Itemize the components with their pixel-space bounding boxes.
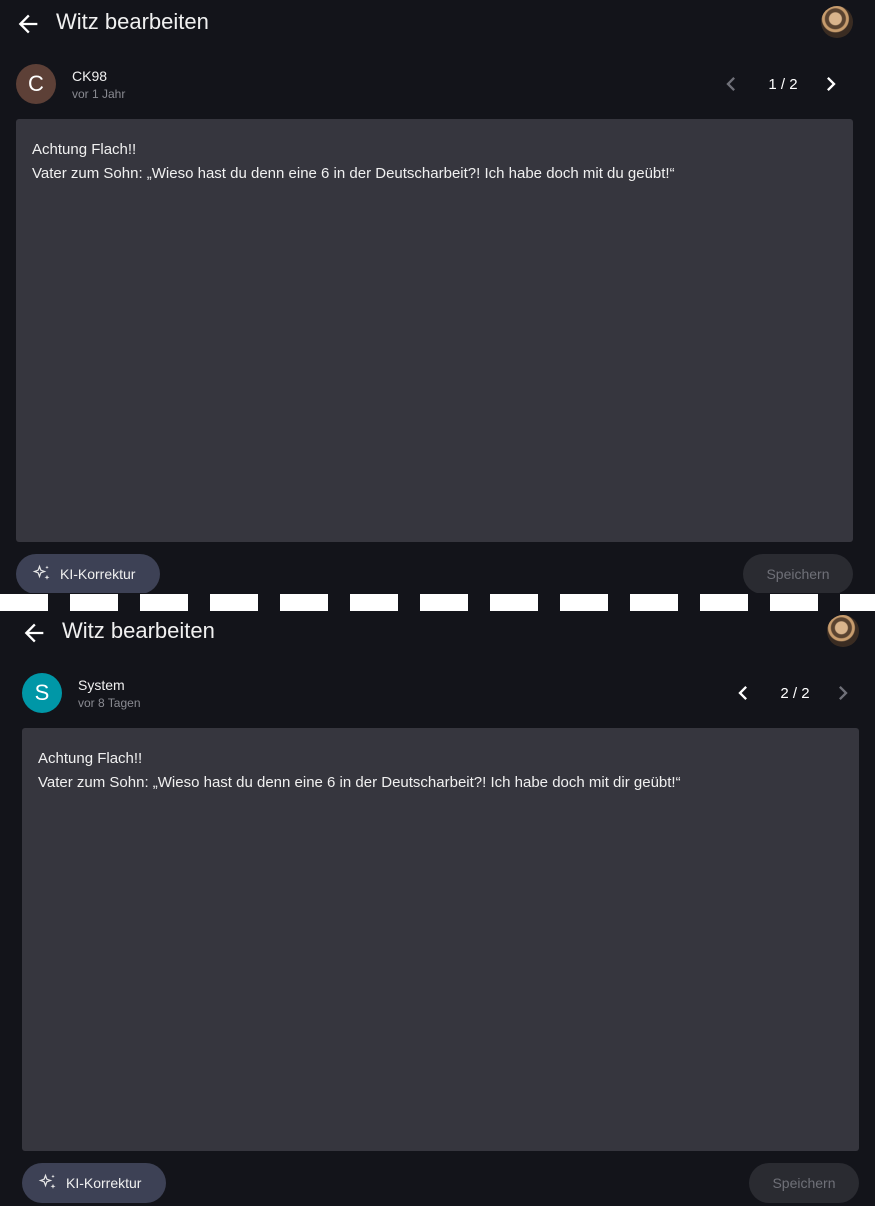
app-header: Witz bearbeiten	[0, 0, 869, 48]
next-version-button[interactable]	[829, 679, 857, 707]
user-profile-avatar[interactable]	[827, 615, 859, 647]
chevron-right-icon	[827, 77, 836, 91]
back-button[interactable]	[14, 10, 42, 38]
ki-correction-label: KI-Korrektur	[66, 1175, 142, 1191]
previous-version-button[interactable]	[729, 679, 757, 707]
joke-text-line: Achtung Flach!!	[32, 141, 137, 158]
arrow-left-icon	[18, 14, 38, 34]
joke-text-editor[interactable]: Achtung Flach!! Vater zum Sohn: „Wieso h…	[16, 119, 853, 542]
ki-correction-button[interactable]: KI-Korrektur	[16, 554, 160, 594]
joke-text-line: Achtung Flach!!	[38, 750, 143, 767]
page-title: Witz bearbeiten	[62, 618, 215, 643]
joke-text-line: Vater zum Sohn: „Wieso hast du denn eine…	[38, 774, 681, 791]
next-version-button[interactable]	[817, 70, 845, 98]
previous-version-button[interactable]	[717, 70, 745, 98]
version-counter: 2 / 2	[780, 685, 810, 702]
back-button[interactable]	[20, 619, 48, 647]
sparkles-icon	[32, 564, 50, 580]
joke-text-editor[interactable]: Achtung Flach!! Vater zum Sohn: „Wieso h…	[22, 728, 859, 1151]
user-profile-avatar[interactable]	[821, 6, 853, 38]
save-button[interactable]: Speichern	[743, 554, 853, 594]
sparkles-icon	[38, 1173, 56, 1189]
arrow-left-icon	[24, 623, 44, 643]
page-title: Witz bearbeiten	[56, 9, 209, 34]
author-name: System	[78, 677, 125, 693]
chevron-left-icon	[726, 77, 735, 91]
ki-correction-button[interactable]: KI-Korrektur	[22, 1163, 166, 1203]
ki-correction-label: KI-Korrektur	[60, 566, 136, 582]
version-counter: 1 / 2	[768, 76, 798, 93]
chevron-left-icon	[738, 686, 747, 700]
author-row: C CK98 vor 1 Jahr 1 / 2	[0, 62, 869, 104]
author-timestamp: vor 1 Jahr	[72, 87, 126, 101]
app-header: Witz bearbeiten	[6, 609, 875, 657]
author-name: CK98	[72, 68, 108, 84]
version-pager: 2 / 2	[729, 675, 859, 711]
author-row: S System vor 8 Tagen 2 / 2	[6, 671, 875, 713]
save-button[interactable]: Speichern	[749, 1163, 859, 1203]
author-avatar: C	[16, 64, 56, 104]
chevron-right-icon	[839, 686, 848, 700]
joke-text-line: Vater zum Sohn: „Wieso hast du denn eine…	[32, 165, 675, 182]
version-pager: 1 / 2	[717, 66, 847, 102]
author-timestamp: vor 8 Tagen	[78, 696, 141, 710]
author-avatar: S	[22, 673, 62, 713]
